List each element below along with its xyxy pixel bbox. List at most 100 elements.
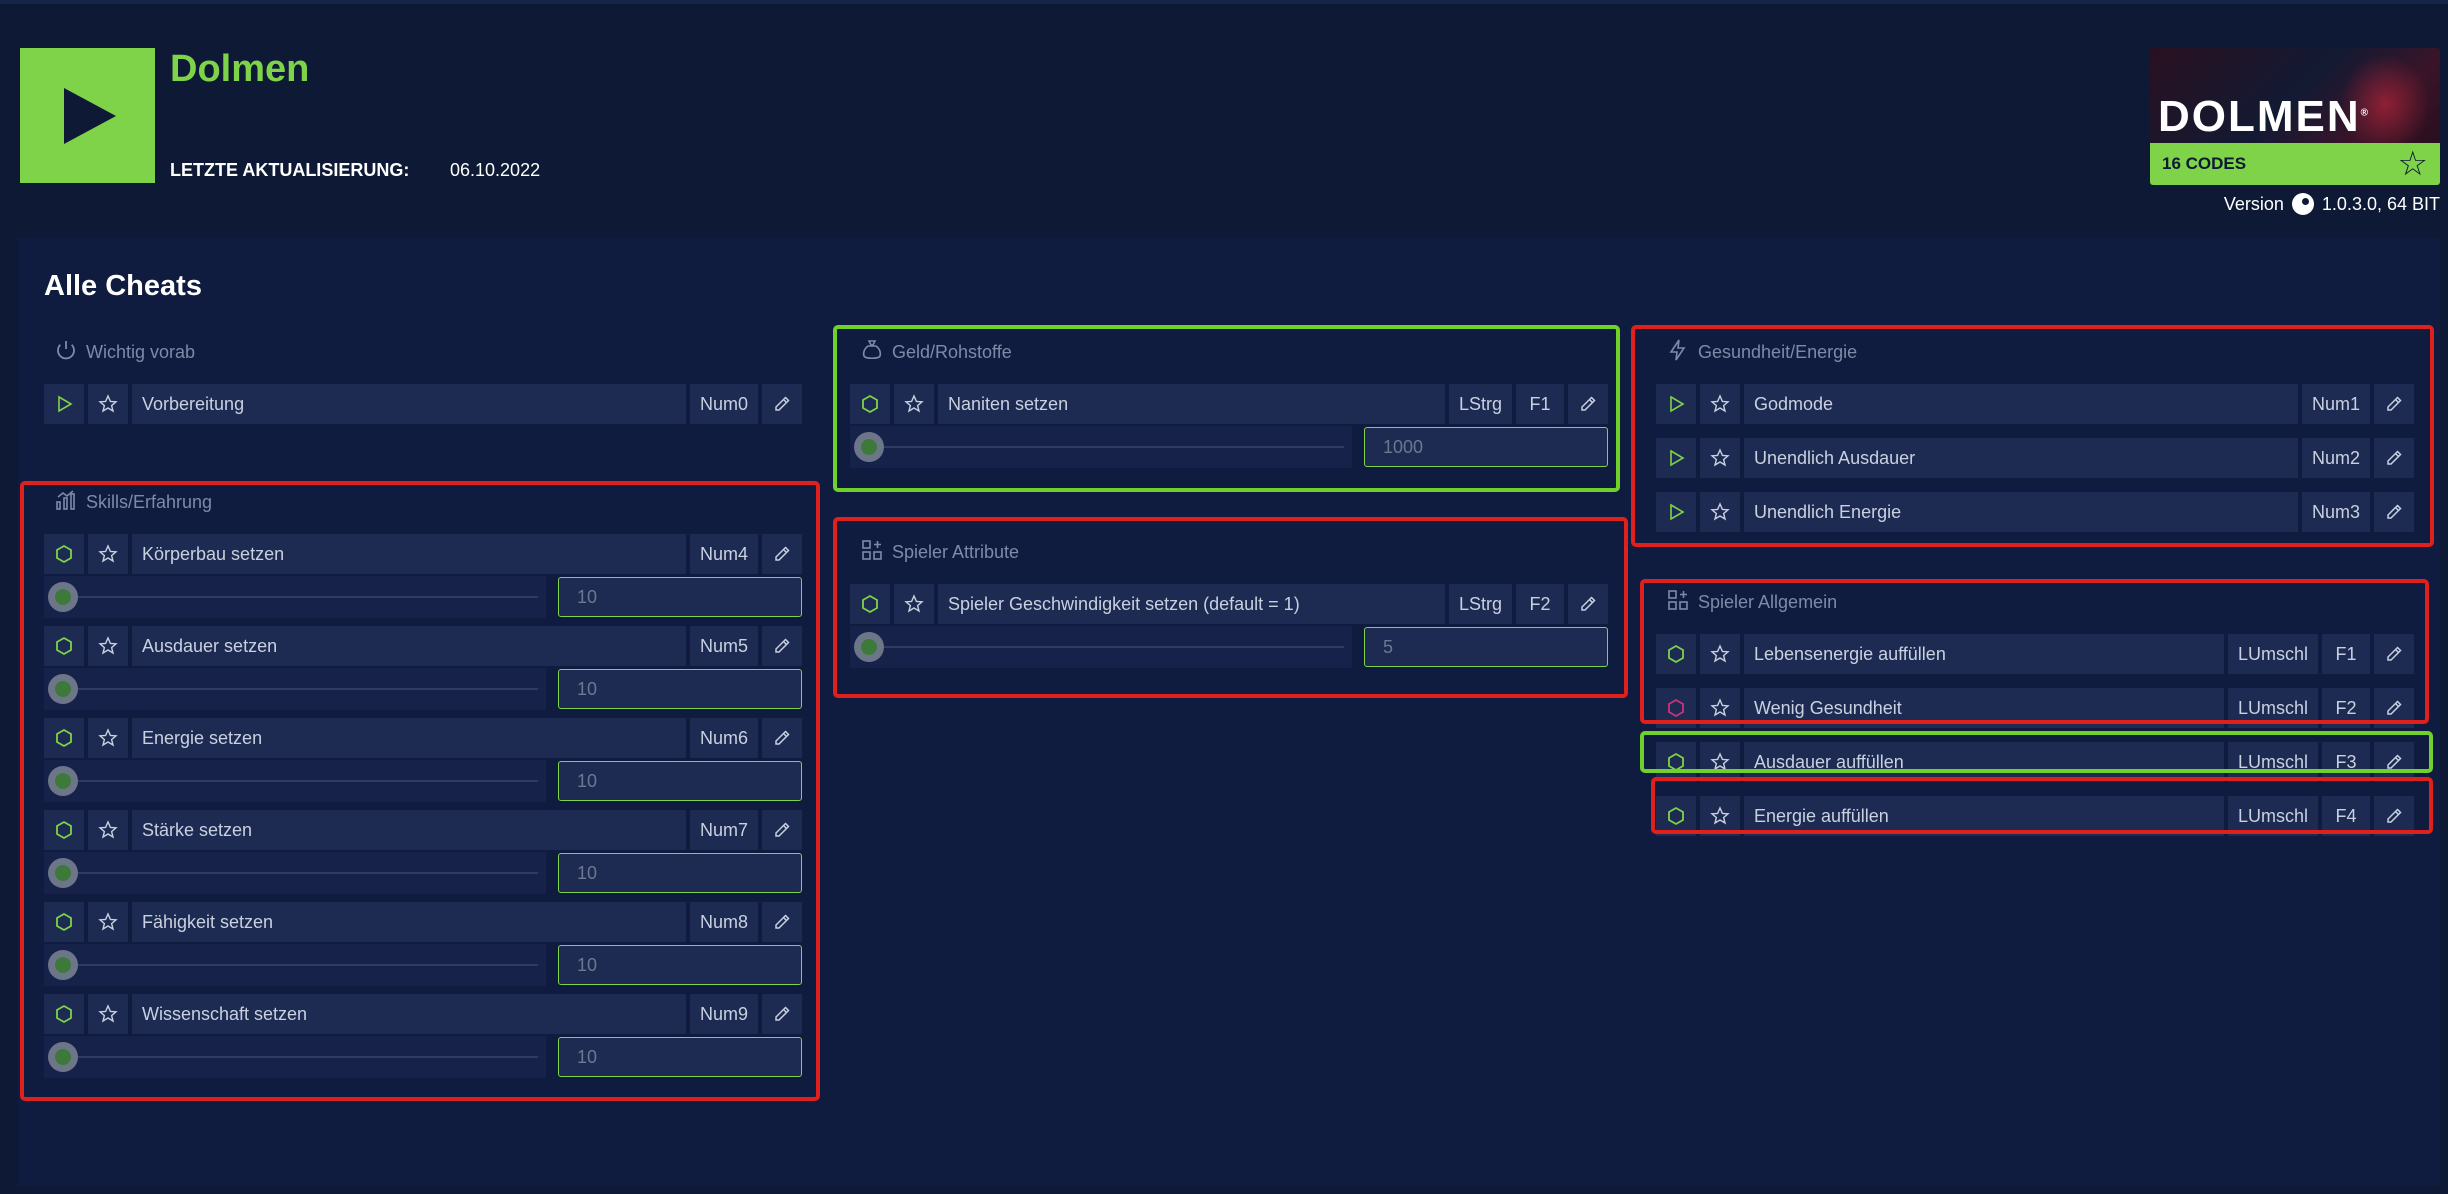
activate-hex-icon[interactable] <box>850 584 890 624</box>
game-cover[interactable]: DOLMEN® 16 CODES ☆ <box>2150 48 2440 185</box>
edit-pencil-icon[interactable] <box>762 626 802 666</box>
slider-handle[interactable] <box>48 582 78 612</box>
hotkey-badge[interactable]: Num3 <box>2301 492 2370 532</box>
value-input[interactable] <box>558 945 802 985</box>
play-button[interactable] <box>20 48 155 183</box>
value-slider[interactable] <box>44 576 546 618</box>
favorite-star-icon[interactable] <box>88 384 128 424</box>
edit-pencil-icon[interactable] <box>762 718 802 758</box>
favorite-star-icon[interactable] <box>1700 438 1740 478</box>
hotkey-badge[interactable]: F2 <box>1516 584 1564 624</box>
activate-hex-icon[interactable] <box>44 902 84 942</box>
activate-hex-icon[interactable] <box>850 384 890 424</box>
activate-hex-icon[interactable] <box>44 534 84 574</box>
edit-pencil-icon[interactable] <box>2374 688 2414 728</box>
favorite-star-icon[interactable] <box>1700 384 1740 424</box>
activate-play-icon[interactable] <box>1656 438 1696 478</box>
cheat-row: Ausdauer auffüllen LUmschl F3 <box>1656 742 2414 782</box>
favorite-star-icon[interactable]: ☆ <box>2398 147 2428 181</box>
slider-track-line <box>66 780 538 782</box>
slider-handle[interactable] <box>854 632 884 662</box>
hotkey-badge[interactable]: LStrg <box>1448 584 1512 624</box>
activate-hex-icon[interactable] <box>1656 742 1696 782</box>
hotkey-badge[interactable]: F2 <box>2322 688 2370 728</box>
value-input[interactable] <box>558 761 802 801</box>
favorite-star-icon[interactable] <box>1700 492 1740 532</box>
value-slider[interactable] <box>44 944 546 986</box>
hotkey-badge[interactable]: Num7 <box>689 810 758 850</box>
value-slider[interactable] <box>850 426 1352 468</box>
edit-pencil-icon[interactable] <box>762 994 802 1034</box>
value-input[interactable] <box>558 1037 802 1077</box>
favorite-star-icon[interactable] <box>88 902 128 942</box>
slider-handle[interactable] <box>48 674 78 704</box>
activate-hex-icon[interactable] <box>1656 634 1696 674</box>
favorite-star-icon[interactable] <box>894 384 934 424</box>
activate-play-icon[interactable] <box>44 384 84 424</box>
hotkey-badge[interactable]: Num1 <box>2301 384 2370 424</box>
edit-pencil-icon[interactable] <box>2374 796 2414 836</box>
hotkey-badge[interactable]: F1 <box>1516 384 1564 424</box>
favorite-star-icon[interactable] <box>88 810 128 850</box>
activate-hex-icon[interactable] <box>44 810 84 850</box>
slider-handle[interactable] <box>854 432 884 462</box>
edit-pencil-icon[interactable] <box>2374 438 2414 478</box>
favorite-star-icon[interactable] <box>894 584 934 624</box>
value-slider[interactable] <box>44 668 546 710</box>
slider-handle[interactable] <box>48 766 78 796</box>
activate-hex-icon[interactable] <box>1656 796 1696 836</box>
hotkey-badge[interactable]: F4 <box>2322 796 2370 836</box>
value-slider[interactable] <box>850 626 1352 668</box>
edit-pencil-icon[interactable] <box>2374 742 2414 782</box>
favorite-star-icon[interactable] <box>88 534 128 574</box>
edit-pencil-icon[interactable] <box>762 902 802 942</box>
hotkey-badge[interactable]: LUmschl <box>2227 796 2318 836</box>
value-slider[interactable] <box>44 760 546 802</box>
favorite-star-icon[interactable] <box>1700 634 1740 674</box>
value-input[interactable] <box>1364 627 1608 667</box>
hotkey-badge[interactable]: LStrg <box>1448 384 1512 424</box>
hotkey-badge[interactable]: LUmschl <box>2227 634 2318 674</box>
value-slider[interactable] <box>44 852 546 894</box>
favorite-star-icon[interactable] <box>88 718 128 758</box>
hotkey-badge[interactable]: Num6 <box>689 718 758 758</box>
hotkey-badge[interactable]: F1 <box>2322 634 2370 674</box>
slider-handle[interactable] <box>48 1042 78 1072</box>
favorite-star-icon[interactable] <box>88 626 128 666</box>
hotkey-badge[interactable]: Num8 <box>689 902 758 942</box>
value-input[interactable] <box>558 853 802 893</box>
value-input[interactable] <box>1364 427 1608 467</box>
value-slider[interactable] <box>44 1036 546 1078</box>
activate-hex-icon[interactable] <box>44 626 84 666</box>
hotkey-badge[interactable]: LUmschl <box>2227 742 2318 782</box>
edit-pencil-icon[interactable] <box>762 810 802 850</box>
activate-play-icon[interactable] <box>1656 492 1696 532</box>
favorite-star-icon[interactable] <box>1700 742 1740 782</box>
activate-play-icon[interactable] <box>1656 384 1696 424</box>
activate-hex-icon[interactable] <box>1656 688 1696 728</box>
hotkey-badge[interactable]: Num2 <box>2301 438 2370 478</box>
value-input[interactable] <box>558 577 802 617</box>
slider-handle[interactable] <box>48 858 78 888</box>
hotkey-badge[interactable]: F3 <box>2322 742 2370 782</box>
favorite-star-icon[interactable] <box>1700 796 1740 836</box>
version-label: Version <box>2223 193 2284 214</box>
edit-pencil-icon[interactable] <box>2374 634 2414 674</box>
activate-hex-icon[interactable] <box>44 718 84 758</box>
hotkey-badge[interactable]: Num5 <box>689 626 758 666</box>
edit-pencil-icon[interactable] <box>1568 584 1608 624</box>
value-input[interactable] <box>558 669 802 709</box>
edit-pencil-icon[interactable] <box>2374 384 2414 424</box>
hotkey-badge[interactable]: Num9 <box>689 994 758 1034</box>
favorite-star-icon[interactable] <box>1700 688 1740 728</box>
edit-pencil-icon[interactable] <box>1568 384 1608 424</box>
hotkey-badge[interactable]: Num4 <box>689 534 758 574</box>
activate-hex-icon[interactable] <box>44 994 84 1034</box>
edit-pencil-icon[interactable] <box>762 384 802 424</box>
hotkey-badge[interactable]: Num0 <box>689 384 758 424</box>
edit-pencil-icon[interactable] <box>2374 492 2414 532</box>
slider-handle[interactable] <box>48 950 78 980</box>
edit-pencil-icon[interactable] <box>762 534 802 574</box>
hotkey-badge[interactable]: LUmschl <box>2227 688 2318 728</box>
favorite-star-icon[interactable] <box>88 994 128 1034</box>
